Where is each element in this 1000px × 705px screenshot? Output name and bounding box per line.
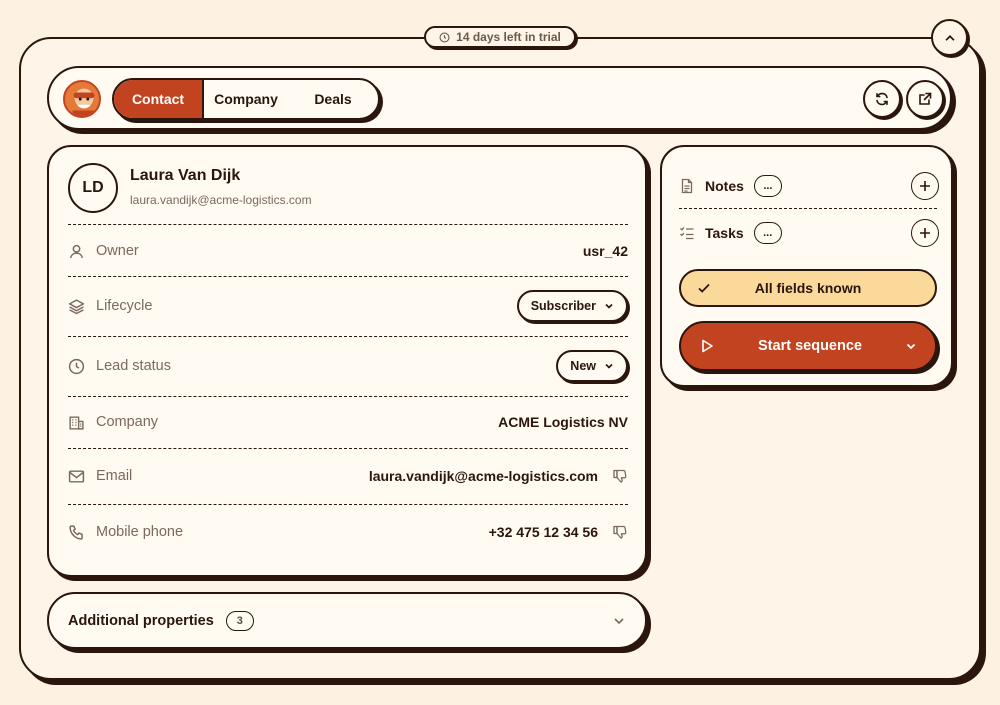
refresh-icon: [876, 92, 888, 106]
property-lifecycle: Lifecycle Subscriber: [68, 286, 628, 326]
chevron-down-icon: [614, 617, 624, 624]
owner-value[interactable]: usr_42: [583, 243, 628, 259]
layers-icon: [68, 297, 86, 315]
start-sequence-label: Start sequence: [758, 338, 862, 354]
lead-status-label: Lead status: [96, 358, 171, 374]
divider: [68, 396, 628, 397]
property-lead-status: Lead status New: [68, 346, 628, 386]
email-value[interactable]: laura.vandijk@acme-logistics.com: [369, 468, 598, 484]
external-link-icon: [919, 92, 932, 105]
app-logo-avatar: [63, 80, 101, 118]
thumbs-down-icon[interactable]: [612, 524, 628, 540]
building-icon: [68, 413, 86, 431]
add-note-button[interactable]: [911, 172, 939, 200]
contact-email: laura.vandijk@acme-logistics.com: [130, 193, 312, 207]
chevron-down-icon: [605, 303, 613, 309]
lead-status-select[interactable]: New: [556, 350, 628, 382]
thumbs-down-icon[interactable]: [612, 468, 628, 484]
notes-label: Notes: [705, 178, 744, 194]
count-badge: 3: [225, 610, 254, 631]
check-icon: [698, 283, 710, 293]
contact-card: LD Laura Van Dijk laura.vandijk@acme-log…: [47, 145, 647, 577]
document-icon: [679, 178, 695, 194]
open-external-button[interactable]: [906, 80, 944, 118]
start-sequence-button[interactable]: Start sequence: [679, 321, 937, 371]
trial-text: 14 days left in trial: [456, 30, 561, 44]
property-phone: Mobile phone +32 475 12 34 56: [68, 512, 628, 552]
lifecycle-value: Subscriber: [530, 299, 596, 313]
phone-icon: [68, 523, 86, 541]
tasks-label: Tasks: [705, 225, 744, 241]
phone-label: Mobile phone: [96, 524, 184, 540]
contact-name: Laura Van Dijk: [130, 167, 241, 184]
tab-contact[interactable]: Contact: [114, 80, 204, 118]
plus-icon: [920, 181, 930, 191]
divider: [679, 208, 937, 209]
top-bar: Contact Company Deals: [47, 66, 952, 130]
property-owner: Owner usr_42: [68, 231, 628, 271]
clock-icon: [439, 31, 450, 43]
divider: [68, 504, 628, 505]
lead-status-value: New: [570, 359, 596, 373]
activity-panel: Notes ... Tasks ... All fields known Sta…: [660, 145, 953, 387]
clock-icon: [68, 357, 86, 375]
divider: [68, 448, 628, 449]
divider: [68, 276, 628, 277]
tab-bar: Contact Company Deals: [112, 78, 380, 120]
additional-properties-toggle[interactable]: Additional properties 3: [47, 592, 647, 649]
chevron-down-icon[interactable]: [905, 340, 917, 352]
phone-value[interactable]: +32 475 12 34 56: [489, 524, 598, 540]
divider: [68, 224, 628, 225]
chevron-down-icon: [605, 363, 613, 369]
plus-icon: [920, 228, 930, 238]
additional-properties-label: Additional properties: [68, 612, 214, 629]
all-fields-known-label: All fields known: [754, 280, 862, 296]
refresh-button[interactable]: [863, 80, 901, 118]
trial-badge: 14 days left in trial: [424, 26, 576, 48]
lifecycle-label: Lifecycle: [96, 298, 153, 314]
property-email: Email laura.vandijk@acme-logistics.com: [68, 456, 628, 496]
notes-count-badge: ...: [753, 175, 782, 197]
property-company: Company ACME Logistics NV: [68, 402, 628, 442]
email-label: Email: [96, 468, 133, 484]
tasks-row: Tasks ...: [679, 218, 939, 248]
tab-company[interactable]: Company: [204, 80, 288, 118]
checklist-icon: [679, 225, 695, 241]
add-task-button[interactable]: [911, 219, 939, 247]
collapse-button[interactable]: [931, 19, 968, 56]
company-value[interactable]: ACME Logistics NV: [498, 414, 628, 430]
play-icon: [702, 339, 713, 353]
company-label: Company: [96, 414, 159, 430]
owner-label: Owner: [96, 243, 139, 259]
person-icon: [68, 242, 86, 260]
chevron-up-icon: [944, 34, 955, 41]
divider: [68, 336, 628, 337]
notes-row: Notes ...: [679, 171, 939, 201]
tab-deals[interactable]: Deals: [288, 80, 378, 118]
all-fields-known-status: All fields known: [679, 269, 937, 307]
contact-initials-avatar: LD: [68, 163, 118, 213]
tasks-count-badge: ...: [753, 222, 782, 244]
mail-icon: [68, 467, 86, 485]
lifecycle-select[interactable]: Subscriber: [516, 290, 628, 322]
